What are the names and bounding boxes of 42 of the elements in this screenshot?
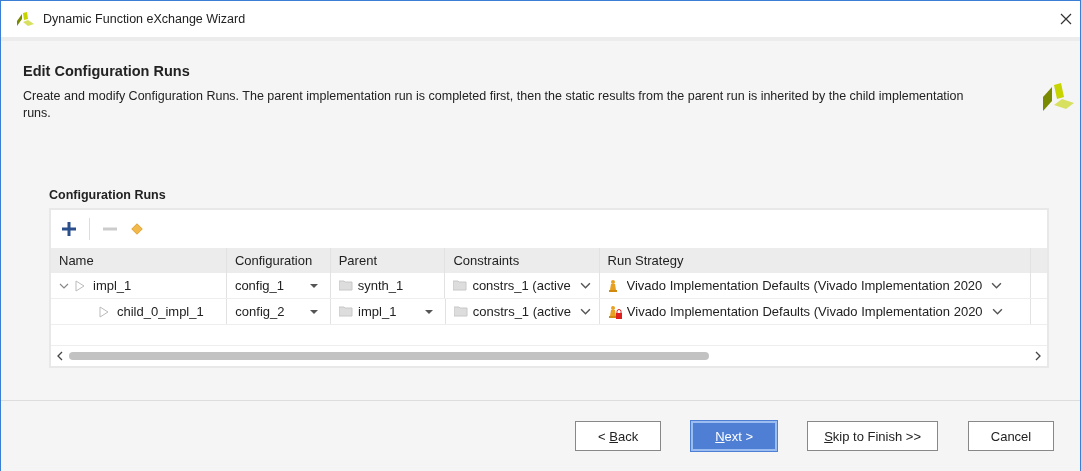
dropdown-arrow-icon [310,309,319,314]
chevron-icon[interactable] [579,308,591,315]
column-header[interactable]: Configuration [226,248,331,273]
triangle-icon [99,305,109,318]
folder-icon [339,306,354,317]
run-name[interactable]: child_0_impl_1 [117,304,204,319]
column-header[interactable]: Constraints [445,248,600,273]
cancel-button[interactable]: Cancel [968,421,1054,451]
folder-icon [453,306,468,317]
column-header[interactable]: Parent [330,248,446,273]
scrollbar-thumb[interactable] [69,352,709,360]
configuration-dropdown[interactable]: config_1 [226,273,331,298]
dropdown-arrow-icon[interactable] [424,309,433,314]
dropdown-arrow-icon [309,283,318,288]
chevron-icon[interactable] [579,282,591,289]
folder-icon [453,280,468,291]
strategy-name: Vivado Implementation Defaults (Vivado Implementation 2020 [626,304,983,319]
window-title: Dynamic Function eXchange Wizard [43,12,247,26]
wizard-button[interactable]: Skip to Finish >> [807,421,938,451]
strategy-name: Vivado Implementation Defaults (Vivado Implementation 2020 [626,278,983,293]
next-button[interactable]: Next > [691,421,778,451]
triangle-icon [75,279,85,292]
constraints-name: constrs_1 (active [472,304,572,319]
chevron-icon[interactable] [991,308,1003,315]
close-icon[interactable] [1060,13,1072,25]
page-title: Edit Configuration Runs [23,63,191,79]
parent-name: impl_1 [358,304,398,319]
parent-name: synth_1 [357,278,405,293]
page-description: Create and modify Configuration Runs. The parent implementation run is completed first, then the static results from the parent run is inherited by the child implementation runs. [23,88,965,122]
chevron-icon[interactable] [991,282,1003,289]
add-icon[interactable] [61,221,77,237]
run-name[interactable]: impl_1 [93,278,132,293]
section-title: Configuration Runs [49,188,167,202]
wizard-button[interactable]: < Back [575,421,662,451]
folder-icon [338,280,353,291]
scroll-right-icon[interactable] [1035,351,1041,361]
configuration-dropdown[interactable]: config_2 [227,299,332,324]
constraints-name: constrs_1 (active [472,278,572,293]
scroll-left-icon[interactable] [57,351,63,361]
column-header[interactable]: Run Strategy [599,248,1031,273]
column-header[interactable]: Name [51,248,227,273]
logo-icon [15,11,35,27]
